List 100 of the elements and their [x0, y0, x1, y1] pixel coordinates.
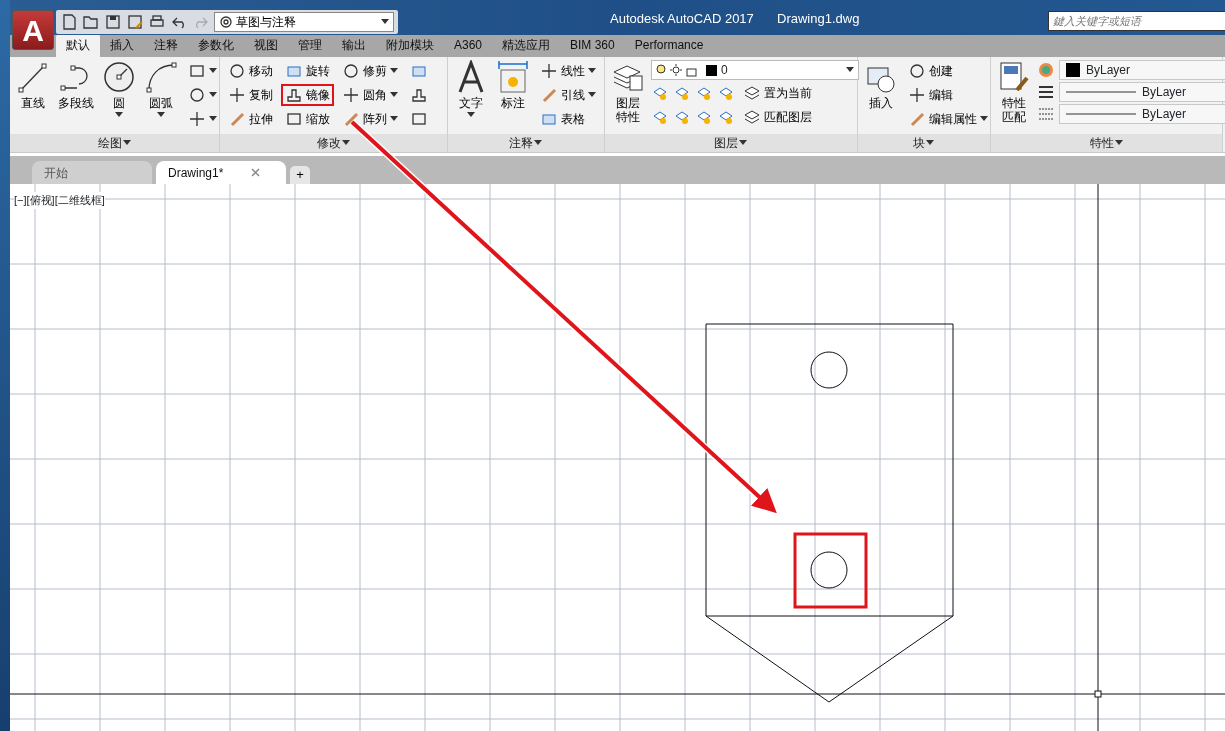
rectangle-icon	[410, 110, 428, 128]
property-dropdown[interactable]: ByLayer	[1059, 104, 1225, 124]
ribbon-tool-button[interactable]: 特性匹配	[995, 60, 1033, 134]
pencil-icon	[908, 110, 926, 128]
ribbon-tool-button[interactable]: 匹配图层	[739, 106, 816, 128]
ribbon-tool-button[interactable]: 编辑属性	[904, 108, 992, 130]
caret-icon	[390, 92, 398, 98]
color-wheel-icon	[1037, 61, 1055, 79]
caret-icon	[467, 112, 475, 119]
ribbon-tool-button[interactable]: 移动	[224, 60, 277, 82]
ribbon-tool-button[interactable]: 置为当前	[739, 82, 816, 104]
ribbon-tab[interactable]: 插入	[100, 34, 144, 57]
caret-icon	[340, 139, 351, 147]
crosshair-icon	[908, 86, 926, 104]
pencil-icon	[540, 86, 558, 104]
ribbon-tool-button[interactable]: 圆弧	[142, 60, 180, 134]
new-file-icon[interactable]	[60, 13, 78, 31]
panel-title-button[interactable]: 绘图	[10, 134, 219, 152]
circle-icon	[908, 62, 926, 80]
ribbon-tool-button[interactable]: 复制	[224, 84, 277, 106]
ribbon-tool-button[interactable]: 插入	[862, 60, 900, 134]
arc-icon	[144, 60, 178, 94]
ribbon-tab[interactable]: A360	[444, 34, 493, 57]
file-tab[interactable]: 开始	[32, 161, 152, 184]
stamp-icon	[410, 86, 428, 104]
panel-title-button[interactable]: 块	[858, 134, 990, 152]
app-menu-button[interactable]: A	[12, 10, 54, 50]
color-swatch	[706, 64, 717, 76]
panel-title-button[interactable]: 特性	[991, 134, 1222, 152]
ribbon-tab[interactable]: 注释	[144, 34, 188, 57]
workspace-name: 草图与注释	[236, 14, 297, 31]
caret-icon	[1113, 139, 1124, 147]
ribbon-tool-button[interactable]: 创建	[904, 60, 992, 82]
panel-title-button[interactable]: 修改	[220, 134, 447, 152]
ribbon-tool-button[interactable]: 引线	[536, 84, 600, 106]
circle-icon	[342, 62, 360, 80]
property-dropdown[interactable]: ByLayer	[1059, 60, 1225, 80]
ribbon-tool-button[interactable]: 圆角	[338, 84, 402, 106]
ribbon-tab[interactable]: BIM 360	[560, 34, 625, 57]
circle-icon	[188, 86, 206, 104]
folder-icon[interactable]	[82, 13, 100, 31]
cursor-pickbox	[1094, 690, 1102, 698]
hole-circle	[810, 351, 848, 389]
line-icon	[16, 60, 50, 94]
ribbon-tab[interactable]: 附加模块	[376, 34, 444, 57]
brush-icon	[997, 60, 1031, 94]
rectangle-icon	[188, 62, 206, 80]
ribbon-tab[interactable]: 默认	[56, 34, 100, 57]
search-field[interactable]: 鍵入关键字或短语	[1048, 11, 1225, 31]
save-icon[interactable]	[104, 13, 122, 31]
line-sample-icon	[1066, 112, 1136, 116]
close-icon[interactable]	[251, 168, 261, 177]
ribbon-tab[interactable]: 输出	[332, 34, 376, 57]
color-swatch	[1066, 63, 1080, 77]
ribbon-tool-button[interactable]: 圆	[100, 60, 138, 134]
ribbon-tool-button[interactable]: 拉伸	[224, 108, 277, 130]
ribbon-tool-button[interactable]: 旋转	[281, 60, 334, 82]
layers-icon	[743, 84, 761, 102]
caret-icon	[390, 116, 398, 122]
circle-icon	[228, 62, 246, 80]
caret-icon	[209, 116, 217, 122]
caret-icon	[381, 19, 389, 25]
layer-dropdown[interactable]: 0	[651, 60, 859, 80]
ribbon-tab[interactable]: Performance	[624, 34, 714, 57]
caret-icon	[115, 112, 123, 119]
ribbon-tool-button[interactable]: 镜像	[281, 84, 334, 106]
file-tab[interactable]: Drawing1*	[156, 161, 286, 184]
new-tab-button[interactable]: +	[290, 166, 310, 184]
ribbon-tab[interactable]: 管理	[288, 34, 332, 57]
caret-icon	[925, 139, 935, 147]
ribbon-tool-button[interactable]: 文字	[452, 60, 490, 134]
caret-icon	[588, 68, 596, 74]
ribbon-tool-button[interactable]: 多段线	[56, 60, 96, 134]
ribbon-tool-button[interactable]: 阵列	[338, 108, 402, 130]
caret-icon	[209, 68, 217, 74]
caret-icon	[738, 139, 748, 147]
ribbon-tool-button[interactable]: 标注	[494, 60, 532, 134]
workspace-dropdown[interactable]: 草图与注释	[214, 12, 394, 32]
property-dropdown[interactable]: ByLayer	[1059, 82, 1225, 102]
crosshair-icon	[342, 86, 360, 104]
crosshair-icon	[540, 62, 558, 80]
ribbon-tool-button[interactable]: 直线	[14, 60, 52, 134]
ribbon-tool-button[interactable]: 表格	[536, 108, 600, 130]
ribbon-tool-button[interactable]: 线性	[536, 60, 600, 82]
save-as-icon[interactable]	[126, 13, 144, 31]
stamp-icon	[285, 86, 303, 104]
ribbon-tab[interactable]: 精选应用	[492, 34, 561, 57]
panel-title-button[interactable]: 注释	[448, 134, 604, 152]
panel-title-button[interactable]: 图层	[605, 134, 857, 152]
ribbon-tab[interactable]: 视图	[244, 34, 288, 57]
ribbon-tool-button[interactable]: 缩放	[281, 108, 334, 130]
ribbon-tab[interactable]: 参数化	[188, 34, 244, 57]
caret-icon	[980, 116, 988, 122]
app-title: Autodesk AutoCAD 2017	[610, 10, 754, 28]
caret-icon	[390, 68, 398, 74]
ribbon-tool-button[interactable]: 修剪	[338, 60, 402, 82]
ribbon-tool-button[interactable]: 编辑	[904, 84, 992, 106]
viewport-label[interactable]: [−][俯视][二维线框]	[14, 192, 105, 209]
caret-icon	[846, 67, 854, 73]
ribbon-tool-button[interactable]: 图层特性	[609, 60, 647, 134]
